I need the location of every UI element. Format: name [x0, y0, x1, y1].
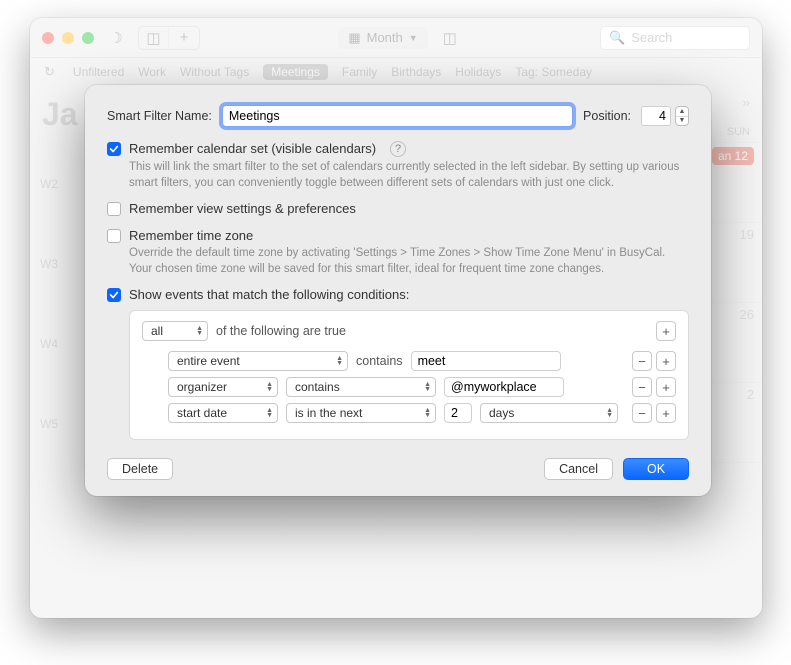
remember-view-settings-label: Remember view settings & preferences: [129, 201, 356, 216]
remember-time-zone-label: Remember time zone: [129, 228, 253, 243]
remember-calendar-set-label: Remember calendar set (visible calendars…: [129, 141, 376, 156]
condition-field-select[interactable]: start date ▲▼: [168, 403, 278, 423]
show-events-conditions-label: Show events that match the following con…: [129, 287, 409, 302]
remember-view-settings-checkbox[interactable]: [107, 202, 121, 216]
position-label: Position:: [583, 109, 631, 123]
condition-unit-value: days: [489, 406, 514, 420]
add-condition-button[interactable]: +: [656, 403, 676, 423]
chevrons-icon: ▲▼: [424, 382, 431, 392]
condition-row: organizer ▲▼ contains ▲▼ −+: [168, 377, 676, 397]
remove-condition-button[interactable]: −: [632, 403, 652, 423]
filter-name-label: Smart Filter Name:: [107, 109, 212, 123]
condition-unit-select[interactable]: days ▲▼: [480, 403, 618, 423]
condition-field-value: start date: [177, 406, 227, 420]
condition-value-input[interactable]: [411, 351, 561, 371]
show-events-conditions-checkbox[interactable]: [107, 288, 121, 302]
condition-operator-text: contains: [356, 354, 403, 368]
remember-time-zone-checkbox[interactable]: [107, 229, 121, 243]
delete-button[interactable]: Delete: [107, 458, 173, 480]
position-input[interactable]: [641, 106, 671, 126]
chevrons-icon: ▲▼: [196, 326, 203, 336]
chevrons-icon: ▲▼: [266, 408, 273, 418]
condition-value-input[interactable]: [444, 377, 564, 397]
condition-field-value: organizer: [177, 380, 227, 394]
condition-row: start date ▲▼ is in the next ▲▼ days ▲▼ −+: [168, 403, 676, 423]
add-condition-button[interactable]: +: [656, 377, 676, 397]
condition-row: entire event ▲▼ contains −+: [168, 351, 676, 371]
help-icon[interactable]: ?: [390, 141, 406, 157]
remove-condition-button[interactable]: −: [632, 351, 652, 371]
remember-calendar-set-checkbox[interactable]: [107, 142, 121, 156]
filter-name-input[interactable]: [222, 105, 573, 127]
chevrons-icon: ▲▼: [424, 408, 431, 418]
add-condition-button[interactable]: +: [656, 351, 676, 371]
add-condition-button[interactable]: +: [656, 321, 676, 341]
chevrons-icon: ▲▼: [266, 382, 273, 392]
condition-number-input[interactable]: [444, 403, 472, 423]
ok-button[interactable]: OK: [623, 458, 689, 480]
smart-filter-dialog: Smart Filter Name: Position: ▲ ▼ Remembe…: [85, 85, 711, 496]
condition-operator-select[interactable]: is in the next ▲▼: [286, 403, 436, 423]
condition-field-value: entire event: [177, 354, 240, 368]
stepper-down-icon[interactable]: ▼: [676, 117, 688, 126]
condition-operator-value: is in the next: [295, 406, 362, 420]
position-stepper[interactable]: ▲ ▼: [675, 106, 689, 126]
remember-calendar-set-desc: This will link the smart filter to the s…: [129, 159, 689, 191]
cancel-button[interactable]: Cancel: [544, 458, 613, 480]
condition-field-select[interactable]: entire event ▲▼: [168, 351, 348, 371]
remove-condition-button[interactable]: −: [632, 377, 652, 397]
predicate-editor: all ▲▼ of the following are true + entir…: [129, 310, 689, 440]
compound-suffix: of the following are true: [216, 324, 346, 338]
compound-scope-value: all: [151, 324, 163, 338]
chevrons-icon: ▲▼: [336, 356, 343, 366]
condition-operator-value: contains: [295, 380, 340, 394]
chevrons-icon: ▲▼: [606, 408, 613, 418]
condition-field-select[interactable]: organizer ▲▼: [168, 377, 278, 397]
remember-time-zone-desc: Override the default time zone by activa…: [129, 245, 689, 277]
compound-scope-select[interactable]: all ▲▼: [142, 321, 208, 341]
condition-operator-select[interactable]: contains ▲▼: [286, 377, 436, 397]
stepper-up-icon[interactable]: ▲: [676, 107, 688, 117]
